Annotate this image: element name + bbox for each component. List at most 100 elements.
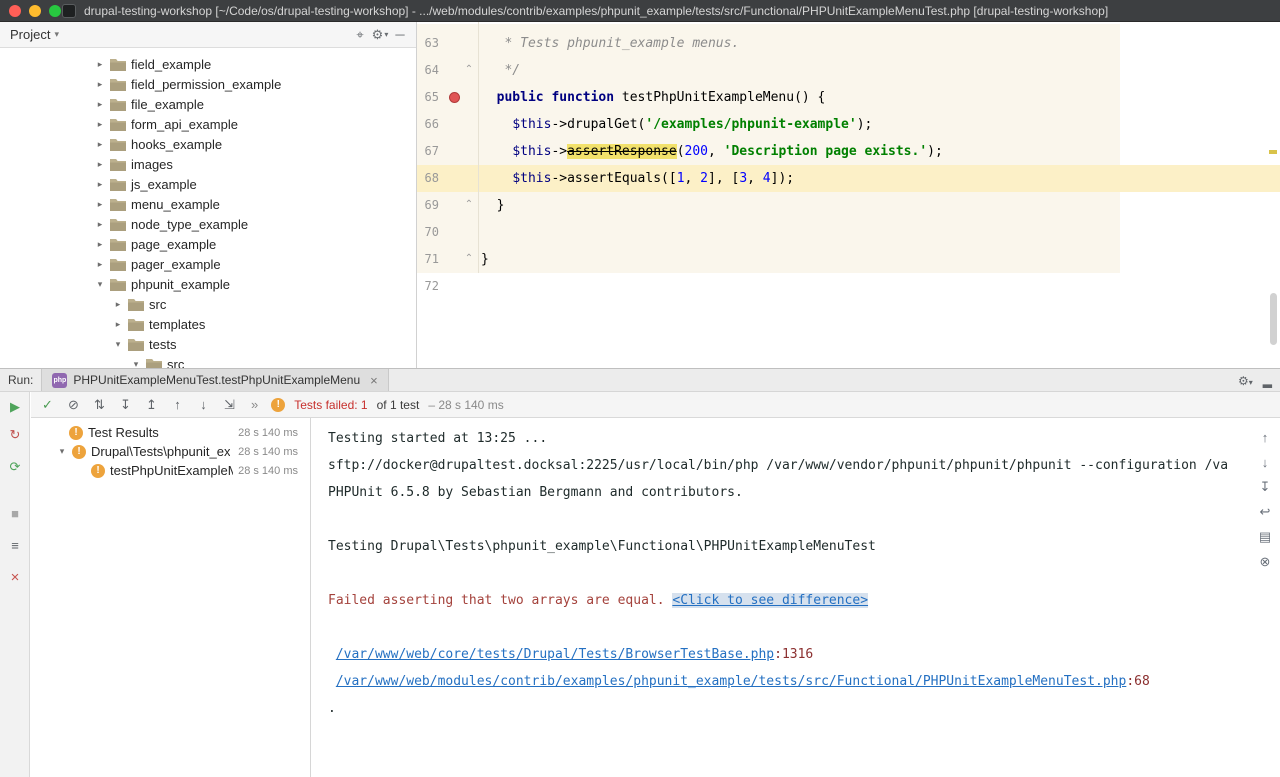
hide-icon: ─: [395, 27, 404, 42]
tree-item-file-example[interactable]: ▸file_example: [0, 94, 416, 114]
toggle-auto-test-button[interactable]: ⟳: [6, 458, 24, 476]
test-failed-icon: !: [69, 426, 83, 440]
close-tab-icon[interactable]: ×: [370, 373, 378, 388]
chevron-right-icon[interactable]: ▸: [95, 259, 105, 270]
hide-panel-button[interactable]: ─: [390, 25, 410, 45]
tree-item-form-api-example[interactable]: ▸form_api_example: [0, 114, 416, 134]
fold-marker-icon[interactable]: ⌃: [463, 253, 475, 265]
stacktrace-line-number[interactable]: :68: [1126, 674, 1149, 689]
test-failed-gutter-icon[interactable]: [449, 92, 460, 103]
chevron-right-icon[interactable]: ▸: [95, 239, 105, 250]
close-window-button[interactable]: [9, 5, 21, 17]
line-number[interactable]: 65: [417, 84, 439, 111]
tree-item-src[interactable]: ▸src: [0, 294, 416, 314]
hide-icon: ▂: [1263, 374, 1272, 388]
show-passed-button[interactable]: ✓: [39, 396, 56, 413]
tree-item-tests[interactable]: ▾tests: [0, 334, 416, 354]
toolbar-overflow-chevron[interactable]: »: [247, 397, 262, 412]
next-failed-test-button[interactable]: ↓: [195, 396, 212, 413]
test-class-row[interactable]: ▾ ! Drupal\Tests\phpunit_ex 28 s 140 ms: [31, 442, 310, 461]
clear-all-button[interactable]: ⊗: [1256, 553, 1274, 571]
tree-item-pager-example[interactable]: ▸pager_example: [0, 254, 416, 274]
editor-scrollbar-thumb[interactable]: [1270, 293, 1277, 345]
console-text: .: [328, 701, 336, 716]
chevron-right-icon[interactable]: ▸: [113, 299, 123, 310]
project-settings-button[interactable]: ⚙▾: [370, 25, 390, 45]
tree-item-phpunit-example[interactable]: ▾phpunit_example: [0, 274, 416, 294]
locate-file-button[interactable]: ⌖: [350, 25, 370, 45]
tree-item-images[interactable]: ▸images: [0, 154, 416, 174]
rerun-failed-tests-button[interactable]: ↻: [6, 426, 24, 444]
chevron-down-icon[interactable]: ▾: [57, 446, 67, 457]
run-settings-button[interactable]: ⚙▾: [1238, 374, 1253, 388]
chevron-down-icon[interactable]: ▾: [131, 359, 141, 369]
chevron-right-icon[interactable]: ▸: [95, 219, 105, 230]
print-button[interactable]: ▤: [1256, 528, 1274, 546]
stacktrace-file-link[interactable]: /var/www/web/core/tests/Drupal/Tests/Bro…: [336, 647, 774, 662]
tree-item-js-example[interactable]: ▸js_example: [0, 174, 416, 194]
warning-stripe-mark[interactable]: [1269, 150, 1277, 154]
line-number[interactable]: 66: [417, 111, 439, 138]
stacktrace-file-link[interactable]: /var/www/web/modules/contrib/examples/ph…: [336, 674, 1127, 689]
chevron-right-icon[interactable]: ▸: [95, 159, 105, 170]
rerun-test-button[interactable]: ▶: [6, 398, 24, 416]
tree-item-hooks-example[interactable]: ▸hooks_example: [0, 134, 416, 154]
tree-item-field-permission-example[interactable]: ▸field_permission_example: [0, 74, 416, 94]
tree-item-tests-src[interactable]: ▾src: [0, 354, 416, 368]
export-test-results-button[interactable]: ⇲: [221, 396, 238, 413]
line-number[interactable]: 68: [417, 165, 439, 192]
code-editor[interactable]: 63 64 65 66 67 68 69 70 71 72 ⌃ ⌃ ⌃ * Te…: [417, 22, 1280, 368]
scroll-up-button[interactable]: ↑: [1256, 428, 1274, 446]
chevron-right-icon[interactable]: ▸: [95, 139, 105, 150]
test-method-row[interactable]: ! testPhpUnitExampleM 28 s 140 ms: [31, 461, 310, 480]
chevron-down-icon[interactable]: ▾: [95, 279, 105, 290]
chevron-right-icon[interactable]: ▸: [95, 119, 105, 130]
project-view-selector[interactable]: Project ▾: [6, 27, 59, 42]
chevron-right-icon[interactable]: ▸: [95, 79, 105, 90]
zoom-window-button[interactable]: [49, 5, 61, 17]
tree-item-page-example[interactable]: ▸ page_example: [0, 234, 416, 254]
chevron-right-icon[interactable]: ▸: [113, 319, 123, 330]
line-number[interactable]: 69: [417, 192, 439, 219]
stop-button[interactable]: ■: [6, 504, 24, 522]
test-console[interactable]: Testing started at 13:25 ... sftp://dock…: [311, 418, 1280, 777]
stacktrace-line-number[interactable]: :1316: [774, 647, 813, 662]
test-results-root-row[interactable]: ! Test Results 28 s 140 ms: [31, 423, 310, 442]
chevron-right-icon[interactable]: ▸: [95, 199, 105, 210]
close-run-window-button[interactable]: ×: [6, 568, 24, 586]
line-number[interactable]: 72: [417, 273, 439, 300]
tree-item-node-type-example[interactable]: ▸node_type_example: [0, 214, 416, 234]
fold-marker-icon[interactable]: ⌃: [463, 199, 475, 211]
chevron-down-icon[interactable]: ▾: [113, 339, 123, 350]
line-number[interactable]: 70: [417, 219, 439, 246]
test-history-button[interactable]: ≡: [6, 536, 24, 554]
tree-item-label: page_example: [131, 237, 216, 252]
collapse-all-button[interactable]: ↥: [143, 396, 160, 413]
line-number[interactable]: 71: [417, 246, 439, 273]
show-ignored-button[interactable]: ⊘: [65, 396, 82, 413]
soft-wrap-button[interactable]: ↩: [1256, 503, 1274, 521]
line-number[interactable]: 63: [417, 30, 439, 57]
fold-marker-icon[interactable]: ⌃: [463, 64, 475, 76]
hide-run-window-button[interactable]: ▂: [1263, 374, 1272, 388]
chevron-right-icon[interactable]: ▸: [95, 99, 105, 110]
scroll-down-button[interactable]: ↓: [1256, 453, 1274, 471]
chevron-right-icon[interactable]: ▸: [95, 179, 105, 190]
tree-item-field-example[interactable]: ▸field_example: [0, 54, 416, 74]
minimize-window-button[interactable]: [29, 5, 41, 17]
code-area[interactable]: * Tests phpunit_example menus. */ public…: [481, 30, 943, 300]
tree-item-templates[interactable]: ▸templates: [0, 314, 416, 334]
tree-item-menu-example[interactable]: ▸menu_example: [0, 194, 416, 214]
sort-by-duration-button[interactable]: ⇅: [91, 396, 108, 413]
console-text: [328, 647, 336, 662]
editor-gutter[interactable]: 63 64 65 66 67 68 69 70 71 72: [417, 30, 439, 300]
see-difference-link[interactable]: <Click to see difference>: [672, 593, 868, 608]
scroll-to-end-button[interactable]: ↧: [1256, 478, 1274, 496]
chevron-right-icon[interactable]: ▸: [95, 59, 105, 70]
line-number[interactable]: 67: [417, 138, 439, 165]
gear-icon: ⚙: [1238, 374, 1249, 388]
line-number[interactable]: 64: [417, 57, 439, 84]
run-tab[interactable]: php PHPUnitExampleMenuTest.testPhpUnitEx…: [41, 369, 388, 391]
previous-failed-test-button[interactable]: ↑: [169, 396, 186, 413]
expand-all-button[interactable]: ↧: [117, 396, 134, 413]
